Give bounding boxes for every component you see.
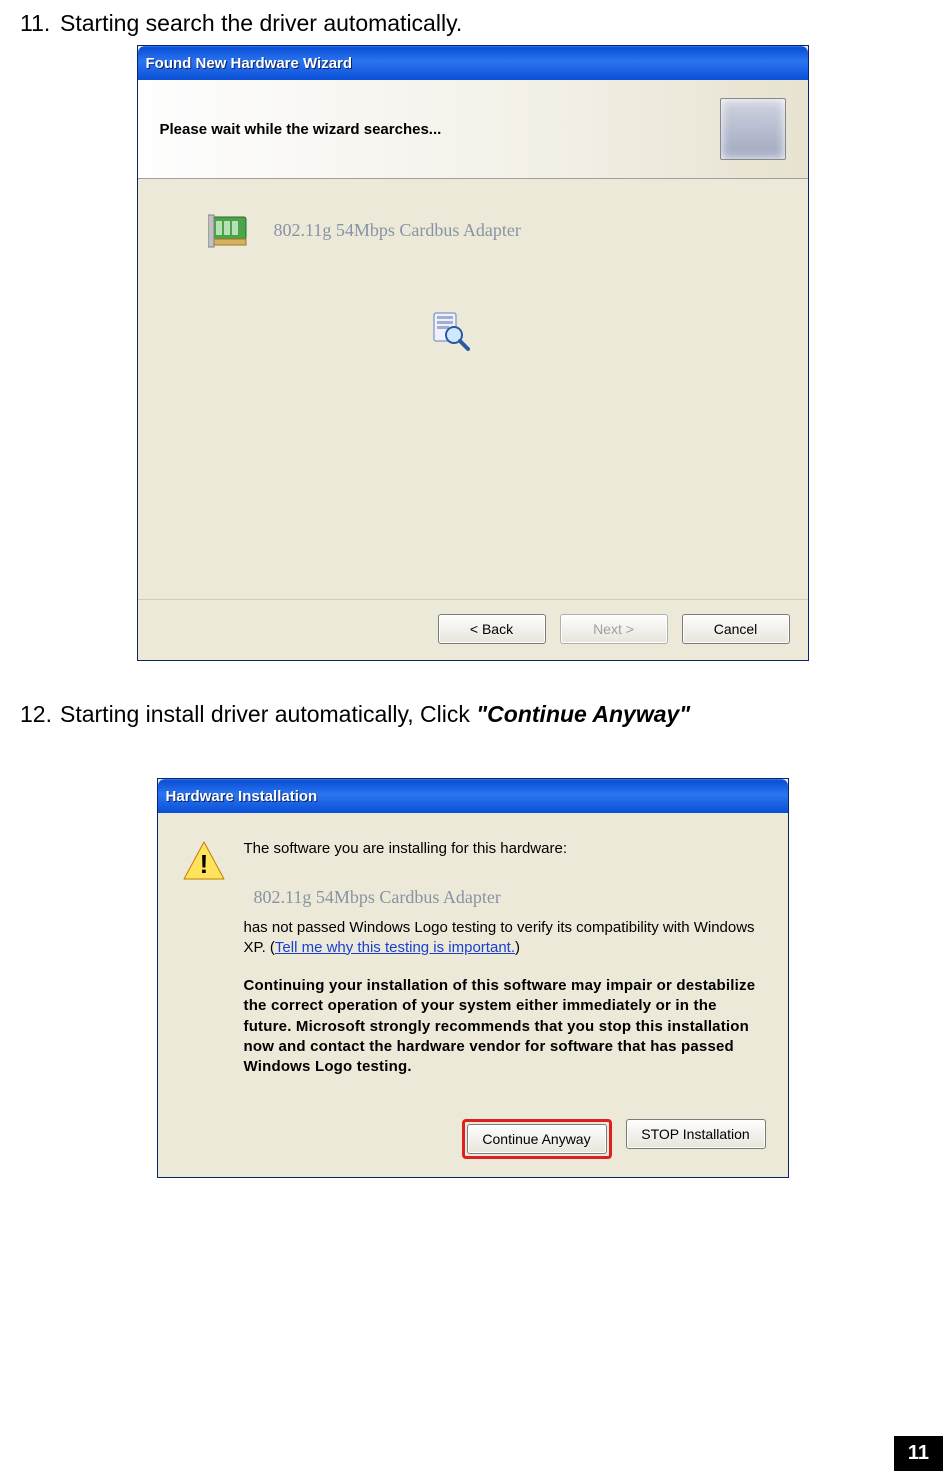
dialog1-titlebar: Found New Hardware Wizard — [138, 46, 808, 80]
next-button: Next > — [560, 614, 668, 644]
step-11-text: 11.Starting search the driver automatica… — [20, 10, 925, 37]
page-number: 11 — [894, 1436, 943, 1471]
warning-icon: ! — [182, 839, 226, 883]
step-12-number: 12. — [20, 701, 60, 728]
dialog2-device-name: 802.11g 54Mbps Cardbus Adapter — [244, 877, 760, 917]
dialog2-button-row: Continue Anyway STOP Installation — [158, 1109, 788, 1177]
step-11-body: Starting search the driver automatically… — [60, 10, 462, 36]
stop-installation-button[interactable]: STOP Installation — [626, 1119, 766, 1149]
dialog1-button-row: < Back Next > Cancel — [138, 599, 808, 660]
dialog2-p1: The software you are installing for this… — [244, 839, 760, 859]
hardware-installation-dialog: Hardware Installation ! The software you… — [157, 778, 789, 1178]
dialog1-title: Found New Hardware Wizard — [146, 55, 802, 72]
dialog1-content: 802.11g 54Mbps Cardbus Adapter — [138, 179, 808, 599]
found-new-hardware-dialog: Found New Hardware Wizard Please wait wh… — [137, 45, 809, 661]
dialog1-heading: Please wait while the wizard searches... — [160, 121, 442, 138]
cancel-button[interactable]: Cancel — [682, 614, 790, 644]
dialog2-title: Hardware Installation — [166, 788, 782, 805]
step-12-emph: "Continue Anyway" — [476, 701, 690, 727]
continue-anyway-button[interactable]: Continue Anyway — [467, 1124, 607, 1154]
continue-button-highlight: Continue Anyway — [462, 1119, 612, 1159]
dialog2-text-block: The software you are installing for this… — [244, 839, 760, 1095]
step-12-pre: Starting install driver automatically, C… — [60, 701, 476, 727]
logo-testing-link[interactable]: Tell me why this testing is important. — [275, 939, 515, 956]
pci-card-icon — [208, 209, 256, 251]
dialog2-titlebar: Hardware Installation — [158, 779, 788, 813]
dialog2-p3: Continuing your installation of this sof… — [244, 976, 760, 1077]
step-12-text: 12.Starting install driver automatically… — [20, 701, 925, 728]
dialog1-device-name: 802.11g 54Mbps Cardbus Adapter — [274, 220, 521, 241]
dialog2-p2b: ) — [515, 939, 520, 956]
hardware-banner-icon — [720, 98, 786, 160]
dialog1-header: Please wait while the wizard searches... — [138, 80, 808, 179]
svg-text:!: ! — [199, 849, 208, 879]
magnifier-search-icon — [428, 309, 470, 351]
back-button[interactable]: < Back — [438, 614, 546, 644]
step-11-number: 11. — [20, 10, 60, 37]
dialog2-p2: has not passed Windows Logo testing to v… — [244, 918, 760, 959]
